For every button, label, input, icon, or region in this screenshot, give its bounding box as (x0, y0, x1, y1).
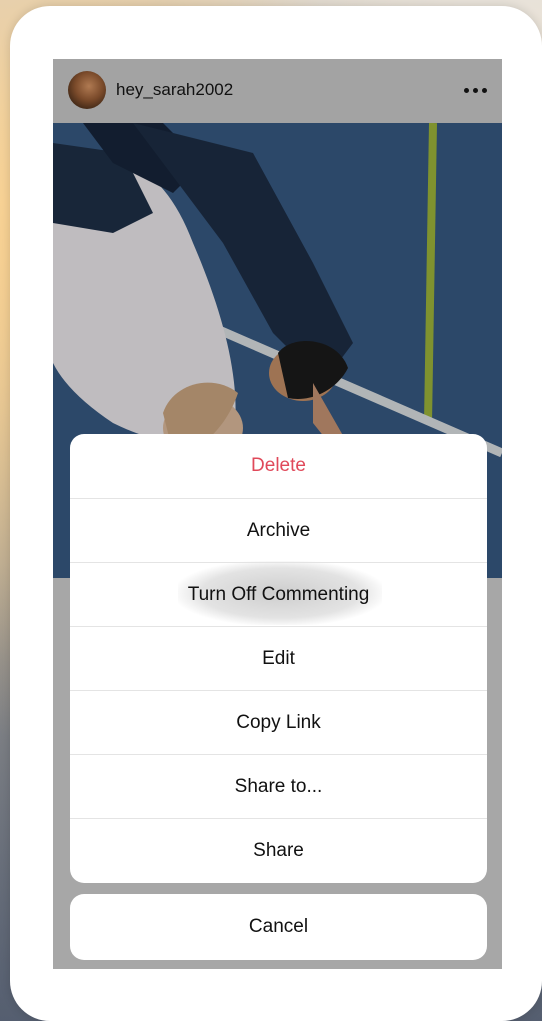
delete-button[interactable]: Delete (70, 434, 487, 498)
share-button[interactable]: Share (70, 818, 487, 883)
edit-button[interactable]: Edit (70, 626, 487, 690)
post-header: hey_sarah2002 (53, 59, 502, 123)
cancel-button[interactable]: Cancel (70, 894, 487, 960)
copy-link-button[interactable]: Copy Link (70, 690, 487, 754)
post-username[interactable]: hey_sarah2002 (116, 80, 233, 100)
turn-off-commenting-button[interactable]: Turn Off Commenting (70, 562, 487, 626)
more-horizontal-icon[interactable] (458, 78, 492, 102)
action-sheet: Delete Archive Turn Off Commenting Edit … (70, 434, 487, 883)
archive-button[interactable]: Archive (70, 498, 487, 562)
share-to-button[interactable]: Share to... (70, 754, 487, 818)
avatar[interactable] (68, 71, 106, 109)
